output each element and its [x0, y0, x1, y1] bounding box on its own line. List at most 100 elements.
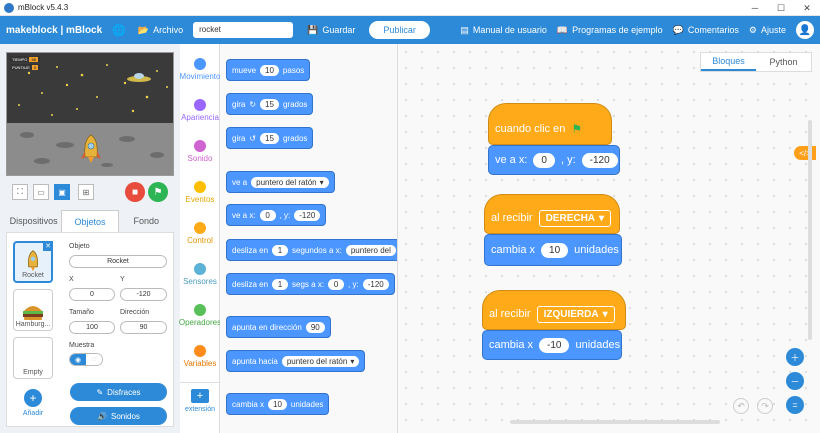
block-goto-target[interactable]: ve a puntero del ratón ▾ [226, 171, 335, 193]
direction-input[interactable]: 90 [305, 321, 325, 333]
feedback-link[interactable]: 💬 Comentarios [673, 25, 739, 36]
zoom-out-icon[interactable]: － [786, 372, 804, 390]
seconds-input[interactable]: 1 [272, 278, 289, 290]
tab-objetos[interactable]: Objetos [61, 210, 119, 232]
units-input[interactable]: 10 [541, 242, 569, 258]
close-button[interactable]: ✕ [794, 0, 820, 16]
block-move-steps[interactable]: mueve 10 pasos [226, 59, 311, 81]
target-dropdown[interactable]: puntero del ratón ▾ [281, 355, 360, 367]
delete-sprite-icon[interactable]: ✕ [43, 241, 53, 251]
example-programs-link[interactable]: 📖 Programas de ejemplo [557, 25, 663, 36]
x-field[interactable]: 0 [69, 288, 115, 301]
hat-when-receive-derecha[interactable]: al recibir DERECHA ▾ [484, 194, 620, 234]
redo-icon[interactable]: ↷ [757, 398, 773, 414]
category-variables[interactable]: Variables [180, 345, 220, 368]
y-input[interactable]: -120 [362, 278, 389, 290]
book-icon: 📖 [556, 24, 569, 35]
stop-button[interactable]: ■ [125, 182, 145, 202]
code-view-icon[interactable]: </> [794, 146, 816, 160]
zoom-reset-icon[interactable]: = [786, 396, 804, 414]
minimize-button[interactable]: ─ [742, 0, 768, 16]
user-manual-link[interactable]: ▤ Manual de usuario [460, 25, 547, 36]
block-turn-right[interactable]: gira ↻ 15 grados [226, 93, 314, 115]
publish-button[interactable]: Publicar [369, 21, 430, 39]
block-glide-target[interactable]: desliza en 1 segundos a x: puntero del [226, 239, 397, 261]
block-goto-xy[interactable]: ve a x: 0 , y: -120 [226, 204, 327, 226]
vertical-scrollbar[interactable] [808, 120, 812, 340]
add-sprite-button[interactable]: + Añadir [15, 389, 51, 423]
hat-when-receive-izquierda[interactable]: al recibir IZQUIERDA ▾ [482, 290, 626, 330]
tab-dispositivos[interactable]: Dispositivos [6, 210, 61, 232]
target-dropdown[interactable]: puntero del [345, 244, 396, 256]
y-input[interactable]: -120 [581, 152, 618, 168]
block-change-x[interactable]: cambia x 10 unidades [226, 393, 330, 415]
category-control[interactable]: Control [180, 222, 220, 245]
target-dropdown[interactable]: puntero del ratón ▾ [251, 176, 329, 188]
sprite-empty[interactable]: Empty [13, 337, 53, 379]
zoom-in-icon[interactable]: ＋ [786, 348, 804, 366]
hat-when-flag-clicked[interactable]: cuando clic en ⚑ [488, 103, 612, 145]
block-text: gira [232, 99, 246, 109]
eye-icon[interactable]: ◉ [70, 354, 86, 365]
block-change-x[interactable]: cambia x -10 unidades [482, 330, 622, 360]
block-goto-xy[interactable]: ve a x: 0 , y: -120 [488, 145, 620, 175]
message-dropdown[interactable]: DERECHA ▾ [538, 209, 612, 227]
tab-fondo[interactable]: Fondo [119, 210, 174, 232]
maximize-button[interactable]: ☐ [768, 0, 794, 16]
archivo-menu[interactable]: 📂 Archivo [138, 25, 183, 36]
fullscreen-icon[interactable]: ⛶ [12, 184, 28, 200]
units-input[interactable]: -10 [539, 337, 570, 353]
hat-text: al recibir [491, 212, 533, 224]
undo-icon[interactable]: ↶ [733, 398, 749, 414]
x-input[interactable]: 0 [259, 209, 276, 221]
y-field[interactable]: -120 [120, 288, 167, 301]
category-operadores[interactable]: Operadores [179, 304, 221, 327]
x-input[interactable]: 0 [533, 152, 555, 168]
category-movimiento[interactable]: Movimiento [180, 58, 220, 81]
hud-score-label: PUNTAJE [12, 64, 30, 70]
block-change-x[interactable]: cambia x 10 unidades [484, 234, 622, 266]
settings-menu[interactable]: ⚙ Ajuste [749, 25, 786, 36]
block-point-direction[interactable]: apunta en dirección 90 [226, 316, 331, 338]
green-flag-button[interactable]: ⚑ [148, 182, 168, 202]
size-field[interactable]: 100 [69, 321, 115, 334]
message-dropdown[interactable]: IZQUIERDA ▾ [536, 305, 615, 323]
project-name-input[interactable]: rocket [193, 22, 294, 38]
small-stage-icon[interactable]: ▭ [33, 184, 49, 200]
block-glide-xy[interactable]: desliza en 1 segs a x: 0 , y: -120 [226, 273, 395, 295]
save-button[interactable]: 💾 Guardar [307, 25, 355, 36]
tab-bloques[interactable]: Bloques [701, 53, 756, 71]
x-input[interactable]: 0 [328, 278, 345, 290]
normal-stage-icon[interactable]: ▣ [54, 184, 70, 200]
category-sensores[interactable]: Sensores [180, 263, 220, 286]
horizontal-scrollbar[interactable] [510, 420, 720, 424]
degrees-input[interactable]: 15 [260, 98, 279, 110]
costumes-button[interactable]: ✎ Disfraces [70, 383, 167, 401]
eye-off-icon[interactable]: ◌ [86, 354, 102, 365]
seconds-input[interactable]: 1 [272, 244, 289, 256]
language-globe-icon[interactable]: 🌐 [112, 24, 126, 37]
y-input[interactable]: -120 [294, 209, 321, 221]
sprite-rocket[interactable]: Rocket ✕ [13, 241, 53, 283]
visibility-toggle[interactable]: ◉ ◌ [69, 353, 103, 366]
sounds-button[interactable]: 🔊 Sonidos [70, 407, 167, 425]
category-apariencia[interactable]: Apariencia [180, 99, 220, 122]
message-value: IZQUIERDA [543, 308, 599, 320]
degrees-input[interactable]: 15 [260, 132, 279, 144]
category-eventos[interactable]: Eventos [180, 181, 220, 204]
sprite-hamburger[interactable]: Hamburg... [13, 289, 53, 331]
block-point-towards[interactable]: apunta hacia puntero del ratón ▾ [226, 350, 366, 372]
grid-view-icon[interactable]: ⊞ [78, 184, 94, 200]
steps-input[interactable]: 10 [260, 64, 279, 76]
user-avatar[interactable]: 👤 [796, 21, 814, 39]
sprite-name-field[interactable]: Rocket [69, 255, 167, 268]
direction-field[interactable]: 90 [120, 321, 167, 334]
category-sonido[interactable]: Sonido [180, 140, 220, 163]
units-input[interactable]: 10 [268, 398, 287, 410]
block-text: unidades [575, 339, 621, 351]
block-turn-left[interactable]: gira ↺ 15 grados [226, 127, 314, 149]
hat-text: cuando clic en [495, 123, 566, 135]
extension-button[interactable]: + extensión [180, 382, 220, 430]
stage-canvas[interactable]: TIEMPO 38 PUNTAJE 0 [6, 52, 174, 176]
tab-python[interactable]: Python [756, 53, 811, 71]
